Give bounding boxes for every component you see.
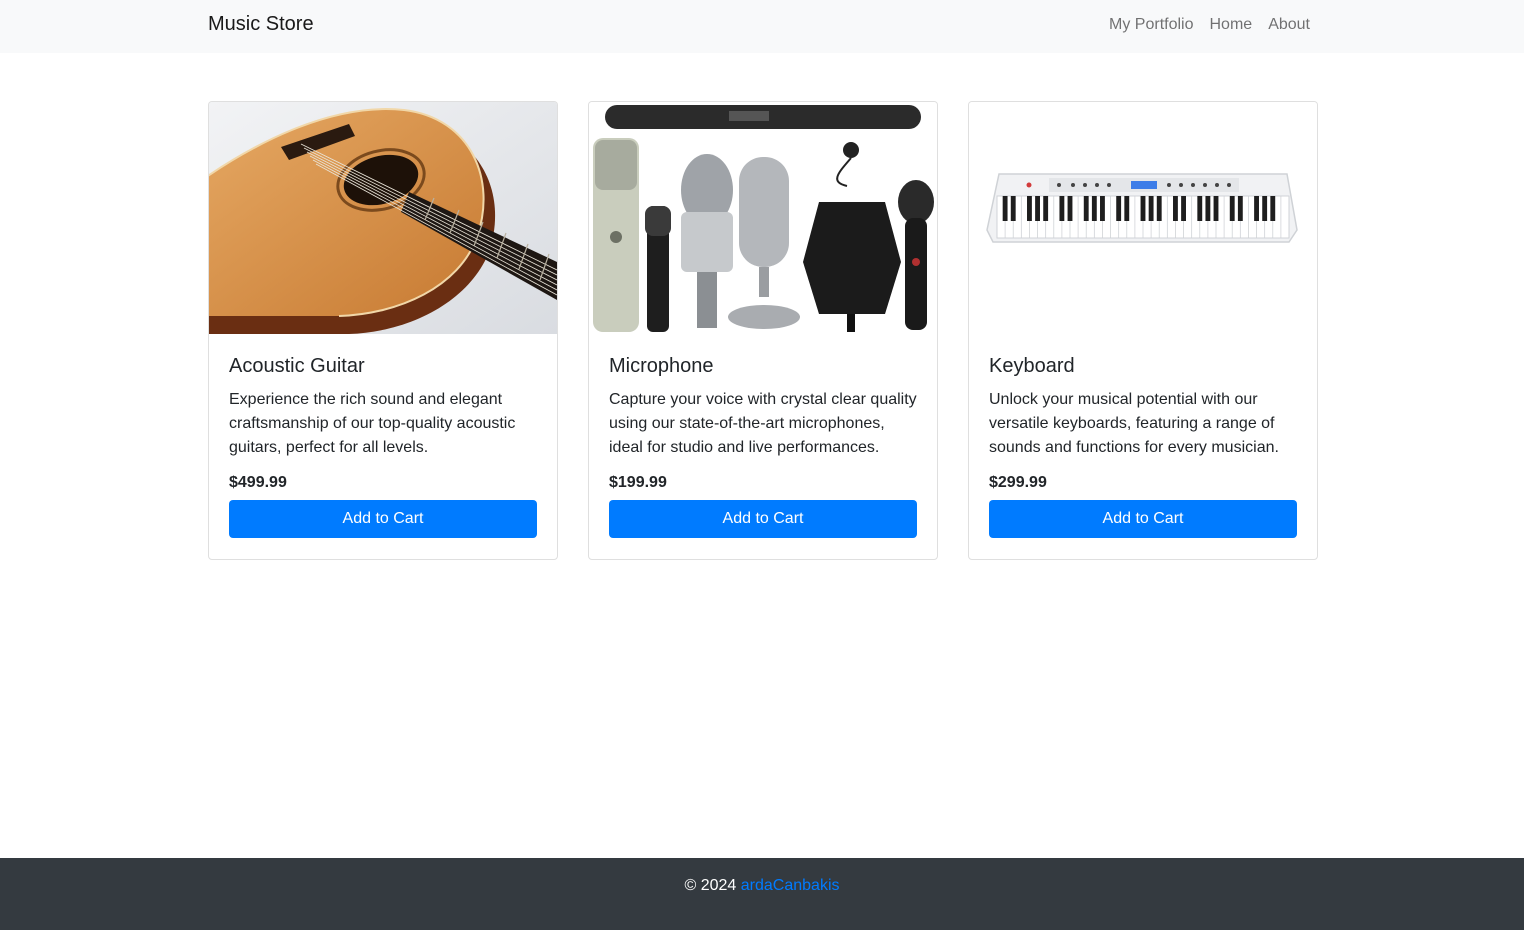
nav-link-my-portfolio[interactable]: My Portfolio [1109,16,1193,34]
nav-links: My Portfolio Home About [1109,16,1310,34]
product-card: Acoustic Guitar Experience the rich soun… [208,101,558,560]
product-title: Keyboard [989,355,1075,377]
card-body: Microphone Capture your voice with cryst… [589,334,937,558]
navbar: Music Store My Portfolio Home About [0,0,1524,53]
keyboard-image [969,102,1317,334]
product-price: $499.99 [229,474,287,491]
card-body: Acoustic Guitar Experience the rich soun… [209,334,557,558]
add-to-cart-button[interactable]: Add to Cart [229,500,537,538]
product-description: Experience the rich sound and elegant cr… [229,391,516,456]
add-to-cart-button[interactable]: Add to Cart [609,500,917,538]
product-card: Microphone Capture your voice with cryst… [588,101,938,560]
copyright-text: © 2024 [684,877,737,894]
brand-link[interactable]: Music Store [208,13,314,36]
card-body: Keyboard Unlock your musical potential w… [969,334,1317,558]
microphones-image [589,102,937,334]
product-cards: Acoustic Guitar Experience the rich soun… [208,101,1318,560]
product-card: Keyboard Unlock your musical potential w… [968,101,1318,560]
product-title: Acoustic Guitar [229,355,365,377]
product-title: Microphone [609,355,714,377]
product-price: $299.99 [989,474,1047,491]
author-link[interactable]: ardaCanbakis [741,877,840,894]
product-description: Capture your voice with crystal clear qu… [609,391,917,456]
product-price: $199.99 [609,474,667,491]
product-description: Unlock your musical potential with our v… [989,391,1279,456]
add-to-cart-button[interactable]: Add to Cart [989,500,1297,538]
nav-link-about[interactable]: About [1268,16,1310,34]
acoustic-guitar-image [209,102,557,334]
footer: © 2024 ardaCanbakis [0,858,1524,930]
nav-link-home[interactable]: Home [1210,16,1253,34]
